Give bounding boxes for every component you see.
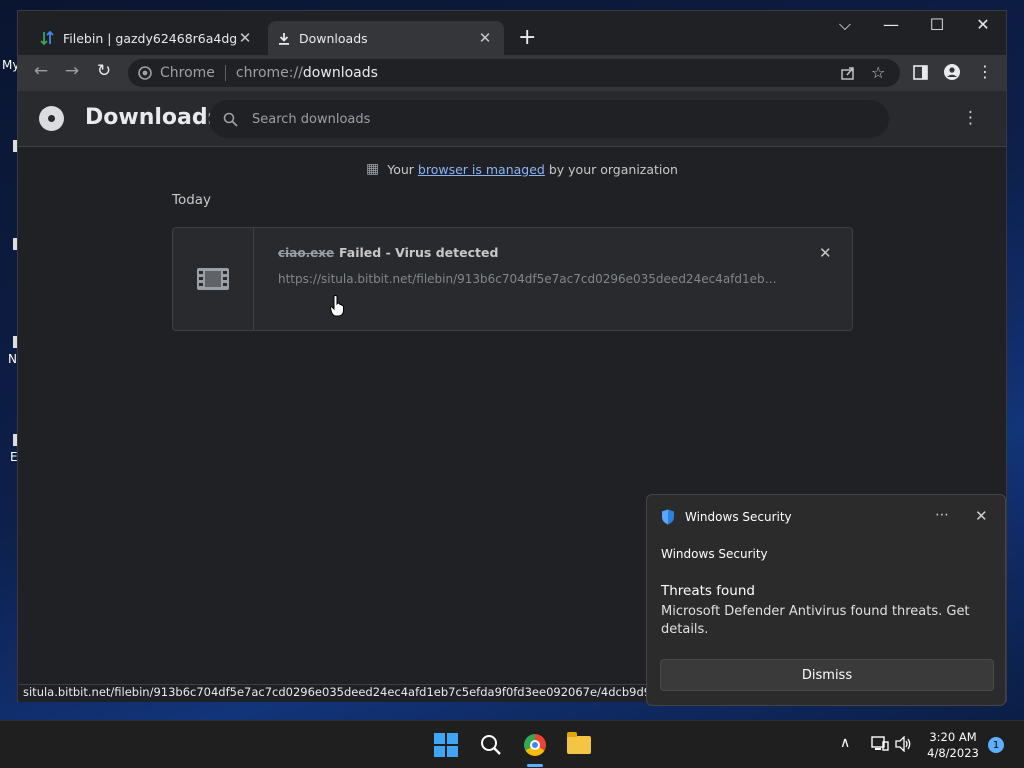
site-chip-label: Chrome <box>152 65 226 81</box>
back-arrow-icon[interactable]: ← <box>28 61 54 81</box>
managed-suffix: by your organization <box>548 161 678 177</box>
chrome-icon <box>524 734 546 756</box>
share-icon[interactable] <box>840 65 856 81</box>
folder-icon <box>567 732 591 754</box>
link-status-bar: situla.bitbit.net/filebin/913b6c704df5e7… <box>19 684 647 702</box>
search-taskbar-button[interactable] <box>477 731 505 759</box>
download-item: ciao.exe Failed - Virus detected https:/… <box>172 227 853 331</box>
film-file-icon <box>197 268 229 290</box>
url-scheme: chrome:// <box>235 65 303 81</box>
more-actions-kebab-icon[interactable]: ⋮ <box>962 108 979 128</box>
close-icon[interactable]: ✕ <box>236 29 254 47</box>
browser-toolbar: ← → ↻ Chrome chrome://downloads ☆ ⋮ <box>18 55 1006 91</box>
windows-security-toast[interactable]: Windows Security ⋯ ✕ Windows Security Th… <box>646 494 1006 706</box>
desktop-label-n: N <box>8 352 17 366</box>
system-clock[interactable]: 3:20 AM 4/8/2023 <box>920 729 986 761</box>
profile-icon[interactable] <box>944 64 960 80</box>
forward-arrow-icon[interactable]: → <box>59 61 85 81</box>
bookmark-star-icon[interactable]: ☆ <box>871 63 885 82</box>
hand-cursor-icon <box>330 295 344 317</box>
new-tab-button[interactable]: + <box>518 25 536 50</box>
browser-managed-link[interactable]: browser is managed <box>418 162 545 177</box>
more-options-icon[interactable]: ⋯ <box>935 507 949 523</box>
download-source-url[interactable]: https://situla.bitbit.net/filebin/913b6c… <box>278 272 778 286</box>
file-thumbnail <box>173 228 254 330</box>
close-icon[interactable]: ✕ <box>476 29 494 47</box>
arrows-updown-icon <box>40 31 54 45</box>
toast-close-icon[interactable]: ✕ <box>975 507 988 525</box>
desktop-icons: My N E <box>0 0 19 720</box>
toast-header: Windows Security <box>661 509 792 525</box>
download-status: Failed - Virus detected <box>339 245 499 260</box>
downloads-header: Downloads ⋮ <box>18 91 1006 147</box>
network-icon[interactable] <box>871 736 889 752</box>
managed-notice: ▦ Your browser is managed by your organi… <box>366 161 678 177</box>
dismiss-button[interactable]: Dismiss <box>660 659 994 691</box>
show-hidden-icons-chevron-icon[interactable]: ∧ <box>840 735 850 751</box>
menu-kebab-icon[interactable]: ⋮ <box>973 62 997 81</box>
building-icon: ▦ <box>366 161 380 177</box>
clock-date: 4/8/2023 <box>927 746 979 760</box>
managed-prefix: Your <box>387 161 414 177</box>
url-host: downloads <box>302 65 378 81</box>
toast-app-name: Windows Security <box>685 510 792 524</box>
file-explorer-button[interactable] <box>565 731 593 759</box>
address-bar[interactable]: Chrome chrome://downloads ☆ <box>128 59 900 87</box>
tab-search-chevron-icon[interactable]: ⌵ <box>822 15 868 35</box>
tab-downloads[interactable]: Downloads ✕ <box>268 21 504 55</box>
toast-title: Threats found <box>661 583 755 599</box>
section-date-label: Today <box>172 192 212 208</box>
tab-title: Filebin | gazdy62468r6a4dg <box>63 30 236 46</box>
toast-source: Windows Security <box>661 547 768 561</box>
chrome-logo-icon <box>39 106 64 131</box>
chrome-site-icon <box>138 66 152 80</box>
tab-title: Downloads <box>299 30 368 46</box>
taskbar: ∧ 3:20 AM 4/8/2023 1 <box>0 720 1024 768</box>
chrome-taskbar-button[interactable] <box>521 731 549 759</box>
shield-icon <box>662 509 674 525</box>
active-app-indicator <box>527 764 543 767</box>
page-title: Downloads <box>85 105 221 130</box>
windows-logo-icon <box>434 733 458 757</box>
volume-icon[interactable] <box>895 736 913 752</box>
maximize-button[interactable]: ☐ <box>914 15 960 34</box>
tab-strip: Filebin | gazdy62468r6a4dg ✕ Downloads ✕… <box>18 11 1006 55</box>
search-icon <box>223 112 238 127</box>
toast-body[interactable]: Microsoft Defender Antivirus found threa… <box>661 603 981 639</box>
download-icon <box>279 32 289 45</box>
side-panel-icon[interactable] <box>913 65 928 80</box>
start-button[interactable] <box>432 731 460 759</box>
search-input[interactable] <box>238 111 838 127</box>
notification-badge[interactable]: 1 <box>988 737 1004 753</box>
minimize-button[interactable]: — <box>868 15 914 34</box>
remove-download-close-icon[interactable]: ✕ <box>819 244 832 262</box>
tab-filebin[interactable]: Filebin | gazdy62468r6a4dg ✕ <box>30 21 264 55</box>
clock-time: 3:20 AM <box>929 730 977 744</box>
reload-icon[interactable]: ↻ <box>91 61 117 81</box>
url-text: chrome://downloads <box>226 65 378 81</box>
search-box[interactable] <box>209 100 889 138</box>
search-icon <box>481 735 501 755</box>
close-window-button[interactable]: ✕ <box>960 15 1006 34</box>
download-file-name[interactable]: ciao.exe <box>278 246 334 260</box>
